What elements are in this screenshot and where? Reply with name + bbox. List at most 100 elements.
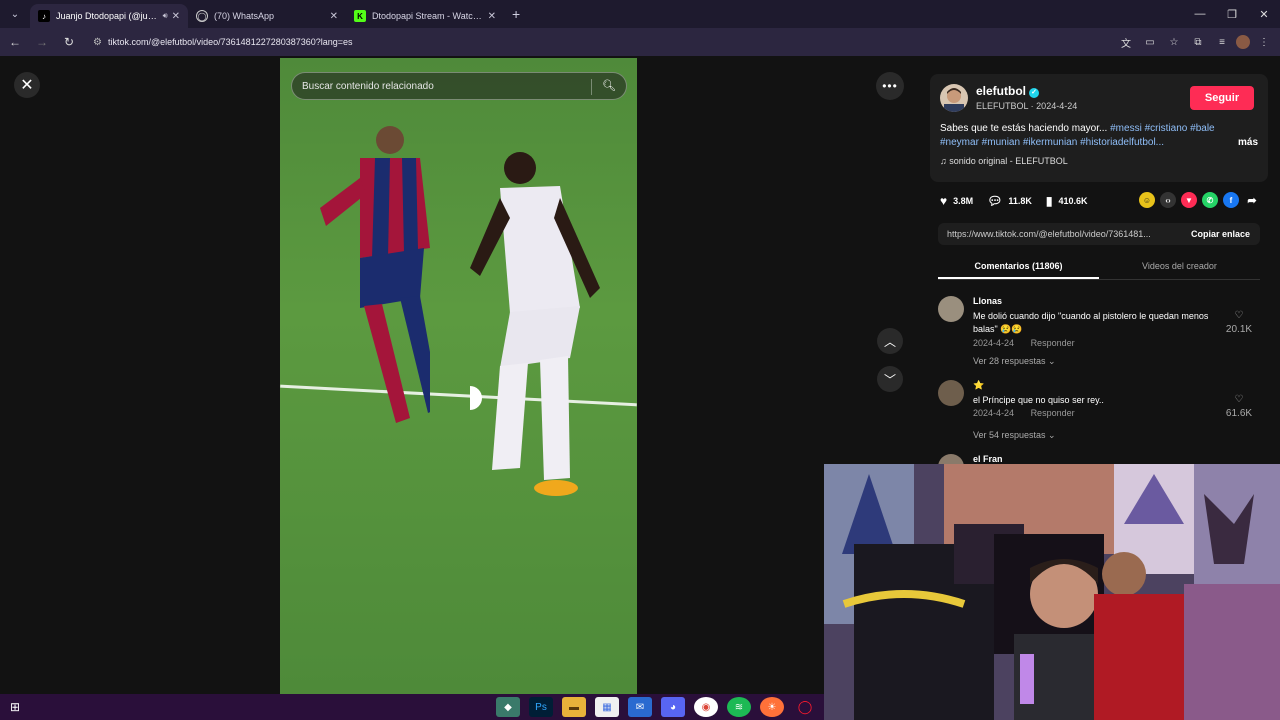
extensions-puzzle-icon[interactable]: ⧉ xyxy=(1188,32,1208,52)
back-arrow-icon[interactable]: ← xyxy=(3,30,27,54)
bookmark-icon: ▮ xyxy=(1045,194,1053,208)
author-handle-date: ELEFUTBOL · 2024-4-24 xyxy=(976,101,1078,111)
translate-icon[interactable]: 文 xyxy=(1116,32,1136,52)
commenter-avatar[interactable] xyxy=(938,380,964,406)
heart-outline-icon: ♡ xyxy=(1234,394,1244,405)
reply-button[interactable]: Responder xyxy=(1031,408,1075,418)
forward-arrow-icon[interactable]: → xyxy=(30,30,54,54)
mail-icon[interactable]: ✉ xyxy=(628,697,652,717)
commenter-name[interactable]: ⭐ xyxy=(973,380,984,391)
commenter-avatar[interactable] xyxy=(938,296,964,322)
next-video-chevron-down-icon[interactable]: ﹀ xyxy=(877,366,903,392)
address-url: tiktok.com/@elefutbol/video/736148122728… xyxy=(107,37,353,47)
comment-date: 2024-4-24 xyxy=(973,338,1015,348)
site-info-icon[interactable]: ⚙ xyxy=(93,37,102,48)
kick-icon: K xyxy=(354,10,366,22)
friends-share-icon[interactable]: ☺ xyxy=(1139,192,1155,208)
share-arrow-icon[interactable]: ➦ xyxy=(1244,192,1260,208)
window-close-icon[interactable]: ✕ xyxy=(1248,0,1280,28)
windows-taskbar: ⊞ ◆ Ps ▬ ▦ ✉ ◕ ◉ ≋ ☀ ◯ xyxy=(0,694,824,720)
like-action[interactable]: ♥ 3.8M xyxy=(940,194,973,208)
follow-button[interactable]: Seguir xyxy=(1190,86,1254,110)
commenter-name[interactable]: el Fran xyxy=(973,454,1003,464)
tab-title: Dtodopapi Stream - Watch Live xyxy=(372,11,484,21)
chrome-icon[interactable]: ◉ xyxy=(694,697,718,717)
description-text: Sabes que te estás haciendo mayor... xyxy=(940,123,1111,134)
previous-video-chevron-up-icon[interactable]: ︿ xyxy=(877,328,903,354)
bookmark-star-icon[interactable]: ☆ xyxy=(1164,32,1184,52)
hashtags-line-1[interactable]: #messi #cristiano #bale xyxy=(1110,123,1215,134)
player-in-white-kit xyxy=(470,152,600,496)
speaker-icon[interactable]: 🔊︎ xyxy=(163,11,168,21)
send-to-friends-icon[interactable]: ▼ xyxy=(1181,192,1197,208)
comment-like[interactable]: ♡ 20.1K xyxy=(1224,310,1254,335)
comments-count: 11.8K xyxy=(1008,196,1032,206)
related-search-input[interactable]: Buscar contenido relacionado 🔍︎ xyxy=(291,72,627,100)
close-tab-icon[interactable]: ✕ xyxy=(488,11,496,22)
tiktok-icon: ♪ xyxy=(38,10,50,22)
tab-title: Juanjo Dtodopapi (@juanjo xyxy=(56,11,159,21)
microsoft-store-icon[interactable]: ▦ xyxy=(595,697,619,717)
save-action[interactable]: ▮ 410.6K xyxy=(1046,194,1088,208)
view-replies-link[interactable]: Ver 54 respuestas ⌄ xyxy=(973,430,1056,441)
close-tab-icon[interactable]: ✕ xyxy=(172,11,180,22)
profile-avatar-icon[interactable] xyxy=(1236,35,1250,49)
new-tab-plus-icon[interactable]: + xyxy=(512,6,520,22)
cast-icon[interactable]: ▭ xyxy=(1140,32,1160,52)
embed-code-icon[interactable]: ‹› xyxy=(1160,192,1176,208)
author-avatar-image xyxy=(944,88,964,112)
whatsapp-icon: ◯ xyxy=(196,10,208,22)
address-bar[interactable]: ⚙ tiktok.com/@elefutbol/video/7361481227… xyxy=(87,31,1267,53)
more-description-link[interactable]: más xyxy=(1238,136,1258,150)
comment-action[interactable]: 💬︎ 11.8K xyxy=(987,194,1032,208)
author-name[interactable]: elefutbol ✓ xyxy=(976,84,1039,98)
commenter-name[interactable]: Llonas xyxy=(973,296,1002,306)
minimize-icon[interactable]: — xyxy=(1184,0,1216,28)
comment-item: Llonas Me dolió cuando dijo "cuando al p… xyxy=(938,296,1260,370)
video-link-url[interactable]: https://www.tiktok.com/@elefutbol/video/… xyxy=(938,229,1181,239)
sound-link[interactable]: ♫ sonido original - ELEFUTBOL xyxy=(940,156,1068,166)
app-pin-icon[interactable]: ◆ xyxy=(496,697,520,717)
photoshop-icon[interactable]: Ps xyxy=(529,697,553,717)
spotify-icon[interactable]: ≋ xyxy=(727,697,751,717)
windows-start-icon[interactable]: ⊞ xyxy=(0,694,30,720)
tab-title: (70) WhatsApp xyxy=(214,11,275,21)
reading-list-icon[interactable]: ≡ xyxy=(1212,32,1232,52)
search-divider xyxy=(591,79,592,95)
discord-icon[interactable]: ◕ xyxy=(661,697,685,717)
close-video-icon[interactable]: ✕ xyxy=(14,72,40,98)
video-player[interactable] xyxy=(280,58,637,694)
tab-whatsapp[interactable]: ◯ (70) WhatsApp ✕ xyxy=(188,4,346,28)
whatsapp-share-icon[interactable]: ✆ xyxy=(1202,192,1218,208)
comment-like[interactable]: ♡ 61.6K xyxy=(1224,394,1254,419)
search-icon[interactable]: 🔍︎ xyxy=(602,79,616,92)
tab-kick[interactable]: K Dtodopapi Stream - Watch Live ✕ xyxy=(346,4,504,28)
copy-link-button[interactable]: Copiar enlace xyxy=(1181,229,1260,239)
hashtags-line-2[interactable]: #neymar #munian #ikermunian #historiadel… xyxy=(940,137,1164,148)
video-description: Sabes que te estás haciendo mayor... #me… xyxy=(940,122,1258,150)
facebook-share-icon[interactable]: f xyxy=(1223,192,1239,208)
close-tab-icon[interactable]: ✕ xyxy=(330,11,338,22)
view-replies-link[interactable]: Ver 28 respuestas ⌄ xyxy=(973,356,1056,367)
comment-meta: 2024-4-24 Responder xyxy=(973,338,1089,348)
window-controls: — ❐ ✕ xyxy=(1184,0,1280,28)
firefox-icon[interactable]: ☀ xyxy=(760,697,784,717)
opera-icon[interactable]: ◯ xyxy=(793,697,817,717)
comment-likes-count: 61.6K xyxy=(1225,408,1253,419)
reload-icon[interactable]: ↻ xyxy=(57,30,81,54)
restore-icon[interactable]: ❐ xyxy=(1216,0,1248,28)
copy-link-box: https://www.tiktok.com/@elefutbol/video/… xyxy=(938,223,1260,245)
tab-tiktok[interactable]: ♪ Juanjo Dtodopapi (@juanjo 🔊︎ ✕ xyxy=(30,4,188,28)
author-avatar[interactable] xyxy=(940,84,968,112)
saves-count: 410.6K xyxy=(1058,196,1088,206)
tab-list-chevron-icon[interactable]: ⌄ xyxy=(4,4,26,24)
share-icons: ☺ ‹› ▼ ✆ f ➦ xyxy=(1139,192,1260,208)
tab-creator-videos[interactable]: Videos del creador xyxy=(1099,256,1260,279)
toolbar-icons: 文 ▭ ☆ ⧉ ≡ ⋮ xyxy=(1116,32,1274,52)
tab-comments[interactable]: Comentarios (11806) xyxy=(938,256,1099,279)
heart-outline-icon: ♡ xyxy=(1234,310,1244,321)
more-options-icon[interactable]: ••• xyxy=(876,72,904,100)
file-explorer-icon[interactable]: ▬ xyxy=(562,697,586,717)
reply-button[interactable]: Responder xyxy=(1031,338,1075,348)
browser-menu-icon[interactable]: ⋮ xyxy=(1254,32,1274,52)
